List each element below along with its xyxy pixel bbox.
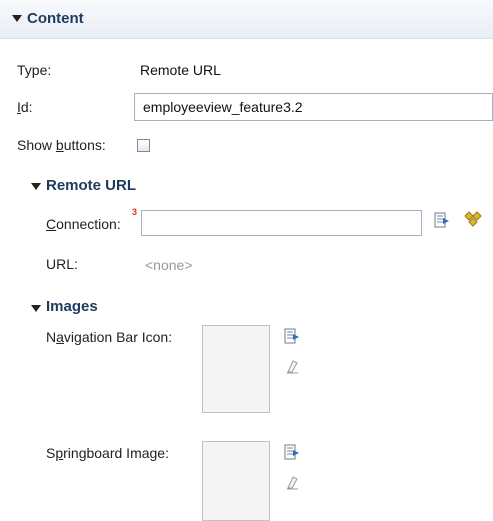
springboard-image-label: Springboard Image: xyxy=(46,445,169,461)
id-label: Id: xyxy=(17,99,33,115)
content-section-header[interactable]: Content xyxy=(0,0,493,39)
clear-nav-icon-eraser-icon[interactable] xyxy=(284,359,300,375)
springboard-image-preview[interactable] xyxy=(202,441,270,521)
browse-nav-icon-icon[interactable] xyxy=(284,328,300,346)
nav-bar-icon-label: Navigation Bar Icon: xyxy=(46,329,172,345)
type-value: Remote URL xyxy=(140,62,221,78)
nav-bar-icon-label-mnemonic: a xyxy=(56,329,64,345)
collapse-triangle-icon[interactable] xyxy=(31,183,41,190)
images-section-title: Images xyxy=(46,298,98,315)
show-buttons-label: Show buttons: xyxy=(17,137,106,153)
connection-label-mnemonic: C xyxy=(46,216,57,232)
url-label: URL: xyxy=(46,256,78,272)
create-connection-icon[interactable] xyxy=(463,211,483,229)
type-label: Type: xyxy=(17,62,52,78)
show-buttons-label-rest: uttons: xyxy=(63,137,106,153)
connection-label-rest: onnection: xyxy=(56,216,121,232)
springboard-image-label-mnemonic: p xyxy=(55,445,64,461)
browse-connection-icon[interactable] xyxy=(434,212,450,230)
collapse-triangle-icon[interactable] xyxy=(12,15,22,22)
id-label-rest: d: xyxy=(20,99,33,115)
collapse-triangle-icon[interactable] xyxy=(31,305,41,312)
connection-field[interactable] xyxy=(141,210,422,236)
nav-bar-icon-label-rest: vigation Bar Icon: xyxy=(63,329,173,345)
springboard-image-label-rest: ringboard Image: xyxy=(63,445,169,461)
browse-springboard-image-icon[interactable] xyxy=(284,444,300,462)
nav-bar-icon-label-prefix: N xyxy=(46,329,57,345)
clear-springboard-image-eraser-icon[interactable] xyxy=(284,475,300,491)
content-section-title: Content xyxy=(27,10,84,27)
connection-label: Connection: xyxy=(46,216,121,232)
show-buttons-label-mnemonic: b xyxy=(55,137,64,153)
show-buttons-checkbox[interactable] xyxy=(137,139,150,152)
url-value: <none> xyxy=(145,257,193,273)
remote-url-section-title: Remote URL xyxy=(46,177,137,194)
id-field[interactable] xyxy=(134,93,493,121)
nav-bar-icon-preview[interactable] xyxy=(202,325,270,413)
show-buttons-label-prefix: Show xyxy=(17,137,56,153)
springboard-image-label-prefix: S xyxy=(46,445,56,461)
error-marker-icon: 3 xyxy=(132,207,138,217)
